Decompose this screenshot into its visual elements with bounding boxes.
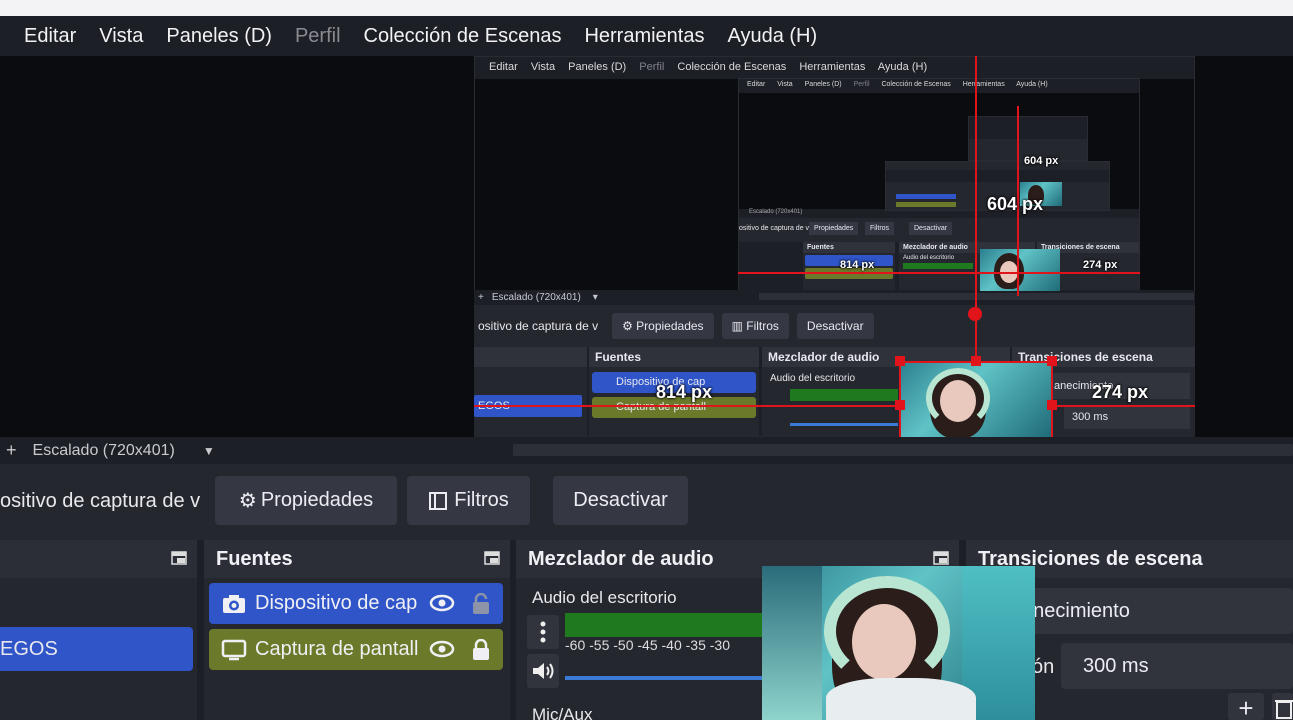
duration-label: ón — [1032, 656, 1055, 678]
scene-item-label: EGOS — [0, 638, 58, 660]
source-item-label: Captura de pantall — [255, 638, 419, 660]
source-item-screen[interactable]: Captura de pantall — [209, 629, 503, 670]
menu-ayuda[interactable]: Ayuda (H) — [727, 25, 817, 48]
mute-button[interactable] — [527, 654, 559, 688]
menu-coleccion-escenas[interactable]: Colección de Escenas — [364, 25, 562, 48]
source-item-label: Dispositivo de cap — [255, 592, 418, 614]
mini-deactivate-button: Desactivar — [796, 313, 874, 339]
nested-measure-label-814: 814 px — [840, 259, 875, 271]
remove-transition-button[interactable] — [1272, 693, 1293, 720]
deactivate-label: Desactivar — [573, 489, 668, 511]
menu-paneles[interactable]: Paneles (D) — [166, 25, 272, 48]
add-scene-button[interactable]: + — [6, 440, 17, 461]
properties-label: Propiedades — [260, 489, 374, 511]
menu-perfil[interactable]: Perfil — [295, 25, 341, 48]
unlock-icon[interactable] — [471, 593, 491, 615]
transition-select[interactable]: anecimiento — [1022, 588, 1293, 634]
selected-source-label: ositivo de captura de v — [0, 490, 201, 512]
camera-icon — [223, 594, 245, 613]
scale-label: Escalado (720x401) — [32, 441, 175, 459]
guide-right-horizontal — [1052, 405, 1195, 407]
channel-menu-button[interactable] — [527, 615, 559, 649]
filters-button[interactable]: Filtros — [407, 476, 530, 525]
menu-cut-edge — [0, 26, 2, 46]
handle-mid-right[interactable] — [1047, 400, 1057, 410]
volume-slider[interactable] — [565, 676, 765, 680]
window-titlebar — [0, 0, 1293, 16]
nested-webcam-small — [980, 249, 1060, 291]
measure-label-right: 274 px — [1092, 382, 1149, 402]
kebab-icon — [540, 621, 546, 643]
meter-scale: -60 -55 -50 -45 -40 -35 -30 — [565, 637, 730, 653]
properties-button[interactable]: ⚙ Propiedades — [215, 476, 397, 525]
scale-dropdown-icon[interactable]: ▼ — [203, 444, 215, 458]
guide-nested-horizontal — [738, 272, 1140, 274]
lock-icon[interactable] — [471, 639, 491, 661]
mixer-dock-title: Mezclador de audio — [528, 547, 714, 570]
handle-top-center[interactable] — [971, 356, 981, 366]
preview-canvas[interactable]: Editar Vista Paneles (D) Perfil Colecció… — [0, 56, 1293, 437]
handle-mid-left[interactable] — [895, 400, 905, 410]
measure-label-left: 814 px — [656, 382, 713, 402]
duration-value: 300 ms — [1083, 654, 1149, 677]
channel-desktop-audio-label: Audio del escritorio — [532, 588, 677, 607]
undock-icon[interactable] — [933, 551, 949, 565]
webcam-overlay — [762, 566, 1035, 720]
measure-label-top: 604 px — [987, 194, 1044, 214]
menu-vista[interactable]: Vista — [99, 25, 143, 48]
mini-scene-bar: + Escalado (720x401) ▾ — [474, 290, 1195, 305]
plus-icon: + — [1238, 693, 1254, 720]
menu-bar: Editar Vista Paneles (D) Perfil Colecció… — [0, 16, 1293, 56]
mini-filters-button: ▥ Filtros — [721, 313, 789, 339]
handle-top-right[interactable] — [1047, 356, 1057, 366]
audio-level-meter — [565, 613, 765, 637]
sources-dock: Fuentes Dispositivo de cap Captura de pa… — [204, 540, 510, 720]
guide-left-horizontal — [474, 405, 900, 407]
trash-icon — [1275, 700, 1293, 719]
source-item-camera[interactable]: Dispositivo de cap — [209, 583, 503, 624]
nested-measure-label-274: 274 px — [1083, 259, 1118, 271]
transition-value: anecimiento — [1022, 599, 1130, 622]
filters-label: Filtros — [454, 489, 509, 511]
menu-editar[interactable]: Editar — [24, 25, 76, 48]
sources-dock-title: Fuentes — [216, 547, 293, 570]
filters-icon — [429, 491, 448, 510]
preview-webcam-source[interactable] — [900, 362, 1052, 437]
mini-scenes-dock: EGOS — [474, 347, 587, 437]
preview-horizontal-scrollbar[interactable] — [513, 444, 1293, 456]
add-transition-button[interactable]: + — [1228, 693, 1264, 720]
eye-icon[interactable] — [429, 640, 455, 658]
undock-icon[interactable] — [484, 551, 500, 565]
selection-left-edge — [899, 361, 901, 437]
nested-menu-bar: Editar Vista Paneles (D) Perfil Colecció… — [475, 57, 1194, 79]
scene-item-selected[interactable]: EGOS — [0, 627, 193, 671]
scenes-dock-header — [0, 540, 197, 578]
selection-right-edge — [1051, 361, 1053, 437]
menu-herramientas[interactable]: Herramientas — [584, 25, 704, 48]
mini-properties-button: ⚙ Propiedades — [612, 313, 714, 339]
mini-toolbar: ositivo de captura de v ⚙ Propiedades ▥ … — [474, 305, 1195, 347]
handle-top-left[interactable] — [895, 356, 905, 366]
monitor-icon — [221, 639, 247, 660]
nested-measure-label-604: 604 px — [1024, 155, 1059, 167]
channel-mic-label: Mic/Aux — [532, 705, 593, 720]
duration-input[interactable]: 300 ms — [1061, 643, 1293, 689]
scenes-dock: EGOS — [0, 540, 197, 720]
guide-anchor-handle[interactable] — [968, 307, 982, 321]
sources-dock-header: Fuentes — [204, 540, 510, 578]
eye-icon[interactable] — [429, 594, 455, 612]
undock-icon[interactable] — [171, 551, 187, 565]
speaker-icon — [533, 663, 554, 679]
gear-icon: ⚙ — [238, 490, 257, 512]
deactivate-button[interactable]: Desactivar — [553, 476, 688, 525]
nested-menu-bar-2: Editar Vista Paneles (D) Perfil Colecció… — [739, 79, 1139, 93]
